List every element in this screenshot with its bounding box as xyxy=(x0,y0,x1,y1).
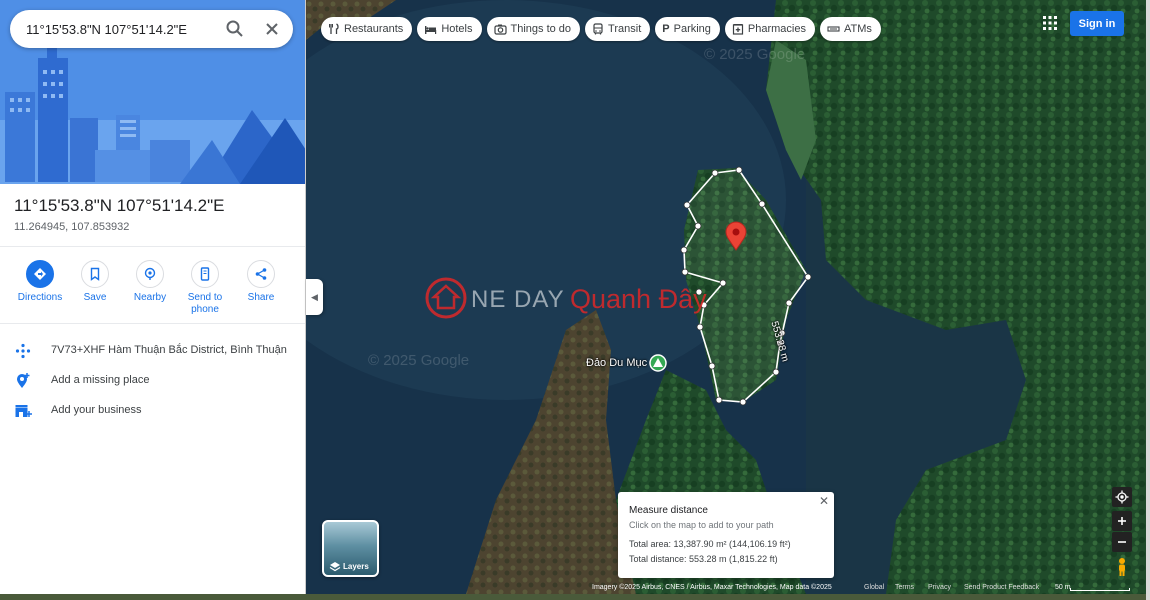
hero-illustration xyxy=(0,0,305,184)
measure-total-area: Total area: 13,387.90 m² (144,106.19 ft²… xyxy=(629,539,791,549)
chip-label: Transit xyxy=(608,23,642,35)
bookmark-icon xyxy=(90,267,100,281)
plus-code-row[interactable]: 7V73+XHF Hàm Thuận Bắc District, Bình Th… xyxy=(0,337,305,365)
imagery-attribution: Imagery ©2025 Airbus, CNES / Airbus, Max… xyxy=(592,584,832,591)
measure-close-icon[interactable]: ✕ xyxy=(817,494,831,508)
search-icon[interactable] xyxy=(225,19,245,39)
my-location-icon xyxy=(1115,490,1129,504)
parking-icon: P xyxy=(662,23,670,35)
chip-restaurants[interactable]: Restaurants xyxy=(321,17,413,41)
pharmacy-icon xyxy=(732,24,744,35)
plus-code-icon xyxy=(14,342,32,360)
footer-link-privacy[interactable]: Privacy xyxy=(928,584,951,591)
share-icon xyxy=(255,268,267,280)
place-title: 11°15'53.8"N 107°51'14.2"E xyxy=(14,196,225,215)
fork-knife-icon xyxy=(329,23,339,34)
chip-pharmacies[interactable]: Pharmacies xyxy=(724,17,815,41)
share-label: Share xyxy=(247,292,275,303)
layers-label: Layers xyxy=(343,562,369,571)
chip-label: Parking xyxy=(673,23,711,35)
chip-label: Things to do xyxy=(510,23,572,35)
divider xyxy=(0,246,305,247)
directions-label: Directions xyxy=(17,292,63,303)
collapse-sidebar-button[interactable]: ◀ xyxy=(306,279,323,315)
place-sidebar: 11°15'53.8"N 107°51'14.2"E 11.264945, 10… xyxy=(0,0,306,594)
watermark-text: NE DAY xyxy=(471,286,565,313)
directions-button[interactable]: Directions xyxy=(12,260,68,304)
my-location-button[interactable] xyxy=(1112,487,1132,507)
atm-icon xyxy=(827,26,840,32)
chip-parking[interactable]: P Parking xyxy=(655,17,720,41)
zoom-out-button[interactable] xyxy=(1112,532,1132,552)
add-business-icon xyxy=(14,402,32,420)
plus-icon xyxy=(1118,517,1126,525)
footer-link-terms[interactable]: Terms xyxy=(895,584,914,591)
footer-link-global[interactable]: Global xyxy=(864,584,884,591)
sign-in-button[interactable]: Sign in xyxy=(1070,11,1124,36)
chip-label: ATMs xyxy=(843,23,872,35)
google-watermark: © 2025 Google xyxy=(704,46,806,63)
measure-total-distance: Total distance: 553.28 m (1,815.22 ft) xyxy=(629,554,778,564)
divider xyxy=(0,323,305,324)
add-missing-place-text: Add a missing place xyxy=(51,374,150,386)
save-label: Save xyxy=(83,292,107,303)
plus-code-text: 7V73+XHF Hàm Thuận Bắc District, Bình Th… xyxy=(51,344,287,356)
window-border xyxy=(1146,0,1150,600)
chip-label: Pharmacies xyxy=(747,23,806,35)
oneday-logo-icon xyxy=(425,277,467,319)
minus-icon xyxy=(1118,541,1126,543)
satellite-map[interactable]: © 2025 Google © 2025 Google NE DAY Quanh… xyxy=(306,0,1146,594)
decimal-coordinates: 11.264945, 107.853932 xyxy=(14,221,130,233)
bottom-edge xyxy=(0,594,1150,600)
layers-button[interactable]: Layers xyxy=(322,520,379,577)
bed-icon xyxy=(425,26,437,34)
search-input[interactable] xyxy=(26,19,216,39)
directions-icon xyxy=(34,268,46,280)
scale-bar xyxy=(1070,588,1130,591)
poi-marker-icon[interactable] xyxy=(649,354,667,372)
add-location-icon xyxy=(14,372,32,390)
apps-grid-icon[interactable] xyxy=(1042,15,1058,31)
camera-icon xyxy=(493,24,507,35)
google-watermark: © 2025 Google xyxy=(368,352,470,369)
measure-title: Measure distance xyxy=(629,505,708,516)
search-box[interactable] xyxy=(10,10,293,48)
chip-transit[interactable]: Transit xyxy=(585,17,651,41)
measure-hint: Click on the map to add to your path xyxy=(629,520,774,530)
share-button[interactable]: Share xyxy=(233,260,289,304)
place-label[interactable]: Đảo Du Mục xyxy=(586,357,647,369)
nearby-label: Nearby xyxy=(133,292,167,303)
save-button[interactable]: Save xyxy=(67,260,123,304)
pegman-icon[interactable] xyxy=(1114,557,1130,577)
send-to-phone-label: Send to phone xyxy=(187,292,223,315)
scale-label[interactable]: 50 m xyxy=(1055,584,1071,591)
bus-icon xyxy=(593,23,603,35)
footer-link-feedback[interactable]: Send Product Feedback xyxy=(964,584,1039,591)
maps-app: 11°15'53.8"N 107°51'14.2"E 11.264945, 10… xyxy=(0,0,1150,600)
close-icon[interactable] xyxy=(262,19,282,39)
add-business-row[interactable]: Add your business xyxy=(0,397,305,425)
add-missing-place-row[interactable]: Add a missing place xyxy=(0,367,305,395)
category-chips: Restaurants Hotels Things to do Transit … xyxy=(321,17,881,41)
nearby-icon xyxy=(144,267,156,280)
nearby-button[interactable]: Nearby xyxy=(122,260,178,304)
phone-icon xyxy=(200,267,210,281)
chip-atms[interactable]: ATMs xyxy=(819,17,881,41)
add-business-text: Add your business xyxy=(51,404,142,416)
measure-distance-card: Measure distance Click on the map to add… xyxy=(618,492,834,578)
chip-hotels[interactable]: Hotels xyxy=(417,17,482,41)
send-to-phone-button[interactable]: Send to phone xyxy=(177,260,233,316)
chip-things-to-do[interactable]: Things to do xyxy=(486,17,581,41)
watermark-text-brand: Quanh Đây xyxy=(570,284,707,314)
chip-label: Hotels xyxy=(441,23,473,35)
layers-icon xyxy=(329,562,341,572)
zoom-in-button[interactable] xyxy=(1112,511,1132,531)
chip-label: Restaurants xyxy=(344,23,404,35)
